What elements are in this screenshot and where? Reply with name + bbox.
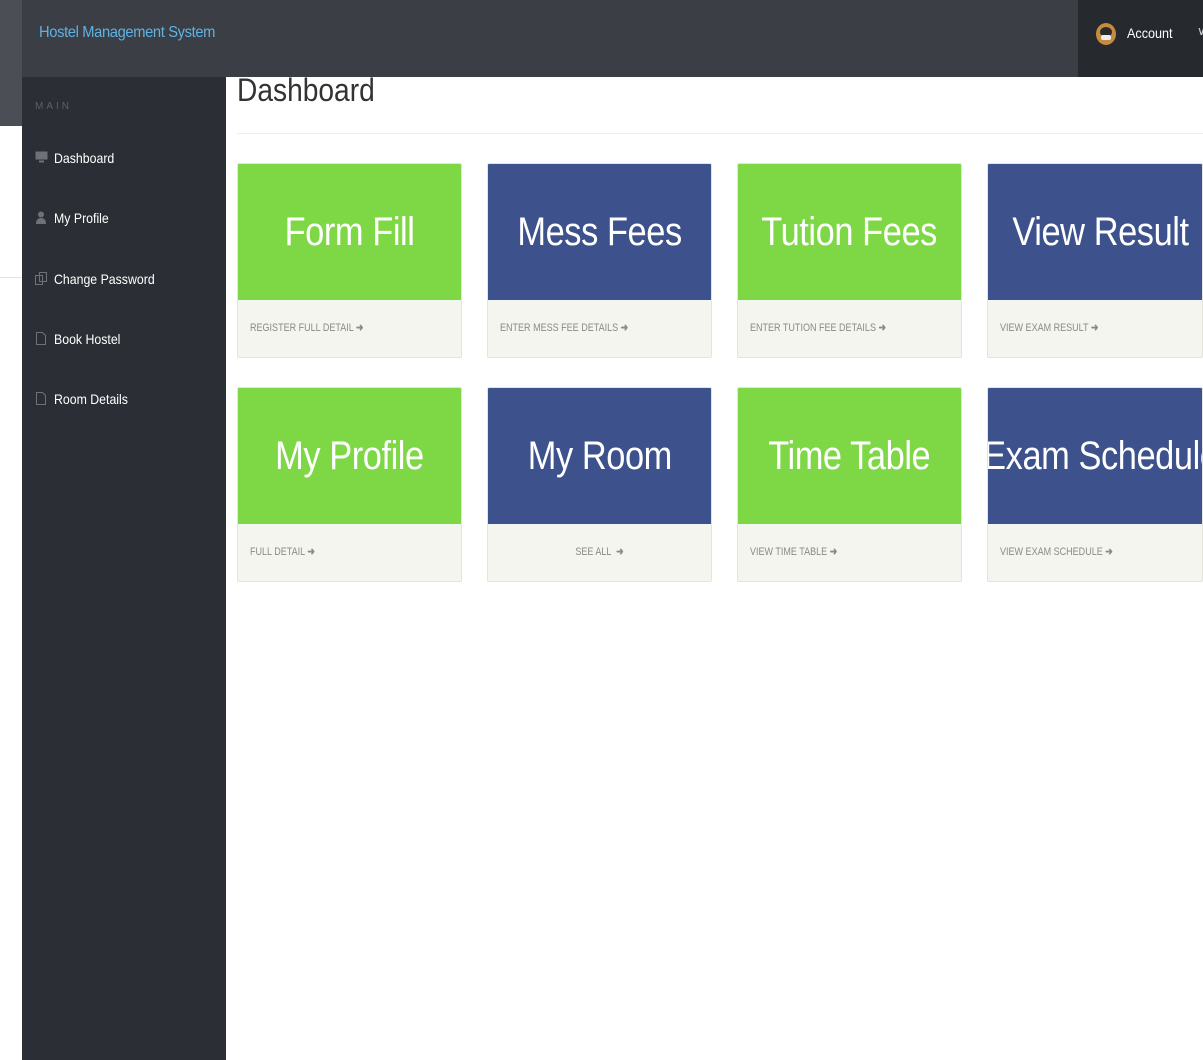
tile-link[interactable]: REGISTER FULL DETAIL ➜: [250, 321, 363, 334]
top-navbar: Hostel Management System Account ∨: [22, 0, 1203, 77]
tile-title: My Room: [527, 433, 672, 478]
copy-icon: [34, 272, 48, 286]
tile-my-room[interactable]: My Room SEE ALL ➜: [487, 387, 712, 582]
sidebar-item-label: Change Password: [54, 271, 155, 287]
tile-my-profile[interactable]: My Profile FULL DETAIL ➜: [237, 387, 462, 582]
sidebar-item-my-profile[interactable]: My Profile: [22, 199, 226, 239]
arrow-right-icon: ➜: [620, 322, 629, 334]
tile-link[interactable]: VIEW EXAM SCHEDULE ➜: [1000, 545, 1113, 558]
tile-title: Exam Schedule: [987, 433, 1203, 478]
background-divider: [0, 277, 22, 278]
tile-title: Form Fill: [284, 209, 415, 254]
arrow-right-icon: ➜: [829, 546, 838, 558]
sidebar-item-book-hostel[interactable]: Book Hostel: [22, 320, 226, 360]
arrow-right-icon: ➜: [1090, 322, 1099, 334]
avatar: [1096, 23, 1116, 45]
sidebar-item-dashboard[interactable]: Dashboard: [22, 139, 226, 179]
account-label: Account: [1127, 25, 1173, 41]
tile-title: My Profile: [275, 433, 424, 478]
arrow-right-icon: ➜: [307, 546, 315, 558]
tile-title: Tution Fees: [761, 209, 938, 254]
tile-tution-fees[interactable]: Tution Fees ENTER TUTION FEE DETAILS ➜: [737, 163, 962, 358]
sidebar-item-label: Dashboard: [54, 150, 115, 166]
chevron-down-icon: ∨: [1197, 24, 1203, 38]
main-content: Dashboard Form Fill REGISTER FULL DETAIL…: [226, 72, 1203, 1060]
arrow-right-icon: ➜: [355, 322, 364, 334]
arrow-right-icon: ➜: [616, 546, 624, 558]
background-panel: [0, 126, 22, 278]
brand-link[interactable]: Hostel Management System: [39, 24, 215, 42]
sidebar-item-label: My Profile: [54, 210, 109, 226]
sidebar-item-label: Room Details: [54, 391, 128, 407]
arrow-right-icon: ➜: [1105, 546, 1113, 558]
tile-link[interactable]: ENTER MESS FEE DETAILS ➜: [500, 321, 628, 334]
tile-link[interactable]: ENTER TUTION FEE DETAILS ➜: [750, 321, 886, 334]
tile-mess-fees[interactable]: Mess Fees ENTER MESS FEE DETAILS ➜: [487, 163, 712, 358]
tile-view-result[interactable]: View Result VIEW EXAM RESULT ➜: [987, 163, 1203, 358]
tile-form-fill[interactable]: Form Fill REGISTER FULL DETAIL ➜: [237, 163, 462, 358]
tile-link[interactable]: VIEW EXAM RESULT ➜: [1000, 321, 1098, 334]
tile-title: Time Table: [768, 433, 931, 478]
sidebar-item-room-details[interactable]: Room Details: [22, 380, 226, 420]
arrow-right-icon: ➜: [878, 322, 887, 334]
page-title: Dashboard: [237, 72, 375, 108]
tile-title: View Result: [1012, 209, 1189, 254]
account-menu[interactable]: Account ∨: [1078, 0, 1203, 77]
user-icon: [34, 211, 48, 225]
file-icon: [34, 392, 48, 406]
tile-time-table[interactable]: Time Table VIEW TIME TABLE ➜: [737, 387, 962, 582]
monitor-icon: [34, 151, 48, 165]
tile-link[interactable]: SEE ALL ➜: [508, 545, 691, 558]
file-icon: [34, 332, 48, 346]
divider: [237, 133, 1203, 134]
sidebar-item-label: Book Hostel: [54, 331, 121, 347]
tile-link[interactable]: VIEW TIME TABLE ➜: [750, 545, 837, 558]
tile-exam-schedule[interactable]: Exam Schedule VIEW EXAM SCHEDULE ➜: [987, 387, 1203, 582]
sidebar-heading: MAIN: [35, 101, 72, 112]
sidebar: MAIN Dashboard My Profile Change Passwor…: [22, 77, 226, 1060]
tile-link[interactable]: FULL DETAIL ➜: [250, 545, 315, 558]
sidebar-item-change-password[interactable]: Change Password: [22, 260, 226, 300]
tile-title: Mess Fees: [517, 209, 682, 254]
